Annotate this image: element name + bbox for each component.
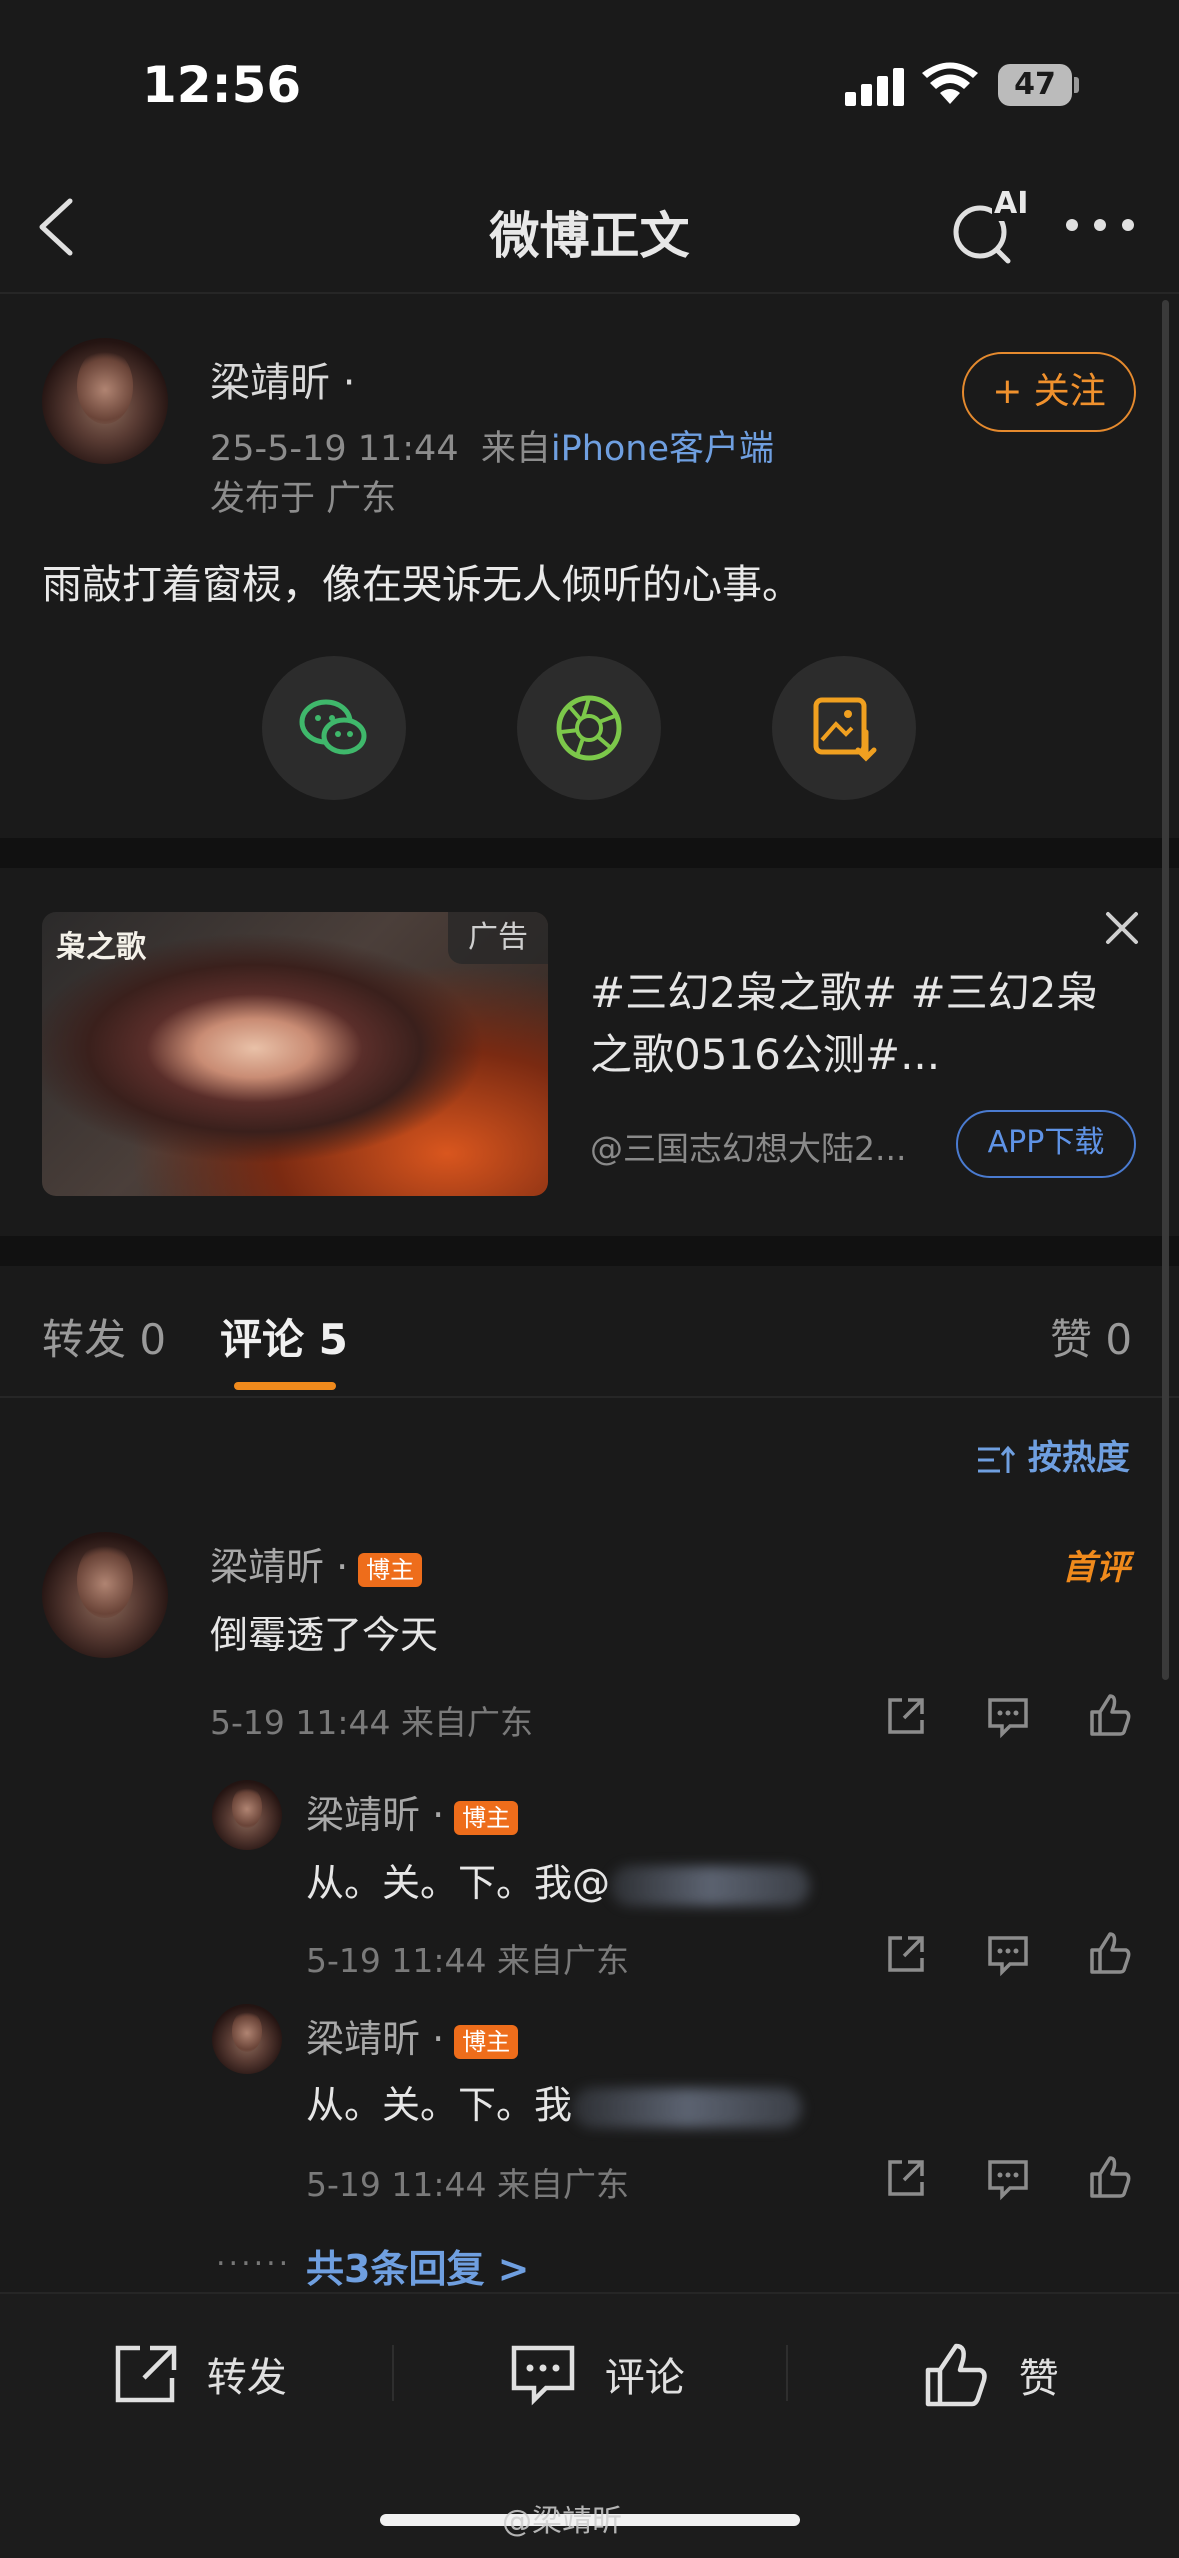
reply-text-content: 从。关。下。我 bbox=[306, 2083, 573, 2127]
follow-button[interactable]: + 关注 bbox=[962, 352, 1136, 432]
comment-text: 倒霉透了今天 bbox=[210, 1613, 439, 1657]
post-text: 雨敲打着窗棂，像在哭诉无人倾听的心事。 bbox=[42, 562, 802, 608]
reply-icon[interactable] bbox=[984, 1930, 1032, 1978]
post-from: 来自 bbox=[480, 429, 551, 469]
comment-author[interactable]: 梁靖昕 · 博主 bbox=[210, 1536, 423, 1591]
reply-icon[interactable] bbox=[984, 1692, 1032, 1740]
avatar[interactable] bbox=[42, 338, 168, 464]
like-icon[interactable] bbox=[1086, 2154, 1134, 2202]
reply-meta: 5-19 11:44 来自广东 bbox=[306, 1941, 629, 1980]
post-meta: 25-5-19 11:44 来自iPhone客户端 bbox=[210, 420, 774, 471]
nav-divider bbox=[0, 292, 1179, 294]
ad-tag: 广告 bbox=[448, 912, 548, 964]
like-icon bbox=[925, 2343, 987, 2407]
ad-logo: 枭之歌 bbox=[56, 930, 146, 965]
blogger-badge: 博主 bbox=[454, 1800, 519, 1835]
avatar[interactable] bbox=[212, 1780, 282, 1850]
ai-search-button[interactable]: AI bbox=[950, 186, 1031, 266]
ad-title[interactable]: #三幻2枭之歌# #三幻2枭之歌0516公测#... bbox=[590, 962, 1110, 1086]
sort-button[interactable]: 按热度 bbox=[976, 1430, 1130, 1479]
like-label: 赞 bbox=[1018, 2356, 1059, 2402]
tab-active-indicator bbox=[234, 1382, 336, 1390]
tabs-divider bbox=[0, 1396, 1179, 1398]
share-wechat-button[interactable] bbox=[262, 656, 406, 800]
reply-icon[interactable] bbox=[984, 2154, 1032, 2202]
share-icon[interactable] bbox=[882, 2154, 930, 2202]
repost-icon bbox=[115, 2345, 177, 2403]
avatar[interactable] bbox=[212, 2004, 282, 2074]
sort-icon bbox=[978, 1445, 1016, 1473]
first-comment-tag: 首评 bbox=[1062, 1548, 1130, 1588]
reply-text: 从。关。下。我 bbox=[306, 2074, 803, 2129]
blurred-mention bbox=[610, 1865, 811, 1906]
ad-source: @三国志幻想大陆2... bbox=[590, 1129, 907, 1168]
reply-author[interactable]: 梁靖昕 · 博主 bbox=[306, 1784, 519, 1839]
section-separator bbox=[0, 838, 1179, 868]
reply-author[interactable]: 梁靖昕 · 博主 bbox=[306, 2008, 519, 2063]
battery-indicator: 47 bbox=[998, 64, 1072, 106]
like-icon[interactable] bbox=[1086, 1692, 1134, 1740]
tab-like[interactable]: 赞 0 bbox=[1050, 1306, 1132, 1367]
bottom-separator bbox=[786, 2345, 788, 2401]
app-download-button[interactable]: APP下载 bbox=[956, 1110, 1136, 1178]
watermark: @梁靖昕 bbox=[502, 2504, 622, 2539]
status-time: 12:56 bbox=[142, 56, 302, 114]
like-button[interactable]: 赞 bbox=[922, 2342, 1059, 2412]
reply-author-name: 梁靖昕 · bbox=[306, 1793, 445, 1837]
comment-icon bbox=[511, 2345, 575, 2406]
cellular-signal-icon bbox=[845, 66, 905, 106]
post-location: 发布于 广东 bbox=[210, 479, 397, 519]
repost-label: 转发 bbox=[206, 2355, 287, 2401]
ad-image[interactable]: 枭之歌 广告 bbox=[42, 912, 548, 1196]
repost-button[interactable]: 转发 bbox=[112, 2342, 287, 2412]
moments-aperture-icon bbox=[556, 695, 622, 761]
close-icon[interactable] bbox=[1100, 906, 1144, 950]
wifi-icon bbox=[922, 62, 978, 104]
sort-label: 按热度 bbox=[1027, 1438, 1130, 1478]
image-download-icon bbox=[813, 697, 877, 762]
bottom-separator bbox=[392, 2345, 394, 2401]
reply-text-content: 从。关。下。我@ bbox=[306, 1861, 611, 1905]
comment-meta: 5-19 11:44 来自广东 bbox=[210, 1703, 533, 1742]
wechat-icon bbox=[299, 699, 367, 755]
tab-comment[interactable]: 评论 5 bbox=[220, 1306, 348, 1367]
section-separator bbox=[0, 1236, 1179, 1266]
save-image-button[interactable] bbox=[772, 656, 916, 800]
avatar[interactable] bbox=[42, 1532, 168, 1658]
share-icon[interactable] bbox=[882, 1930, 930, 1978]
blogger-badge: 博主 bbox=[358, 1552, 423, 1587]
tab-repost[interactable]: 转发 0 bbox=[42, 1306, 166, 1367]
blurred-mention bbox=[572, 2087, 803, 2128]
share-icon[interactable] bbox=[882, 1692, 930, 1740]
more-dots: ...... bbox=[216, 2238, 292, 2273]
ai-label: AI bbox=[992, 186, 1031, 221]
post-time: 25-5-19 11:44 bbox=[210, 429, 459, 469]
share-moments-button[interactable] bbox=[517, 656, 661, 800]
reply-author-name: 梁靖昕 · bbox=[306, 2017, 445, 2061]
comment-button[interactable]: 评论 bbox=[508, 2342, 685, 2412]
comment-label: 评论 bbox=[604, 2355, 685, 2401]
reply-meta: 5-19 11:44 来自广东 bbox=[306, 2165, 629, 2204]
like-icon[interactable] bbox=[1086, 1930, 1134, 1978]
reply-text: 从。关。下。我@ bbox=[306, 1852, 811, 1907]
comment-author-name: 梁靖昕 · bbox=[210, 1545, 349, 1589]
blogger-badge: 博主 bbox=[454, 2024, 519, 2059]
battery-nub bbox=[1074, 77, 1079, 93]
post-source[interactable]: iPhone客户端 bbox=[551, 429, 774, 469]
more-replies-link[interactable]: 共3条回复 > bbox=[306, 2238, 530, 2293]
post-author-name[interactable]: 梁靖昕 · bbox=[210, 350, 355, 408]
more-icon[interactable] bbox=[1060, 200, 1140, 250]
scrollbar[interactable] bbox=[1162, 300, 1169, 1680]
